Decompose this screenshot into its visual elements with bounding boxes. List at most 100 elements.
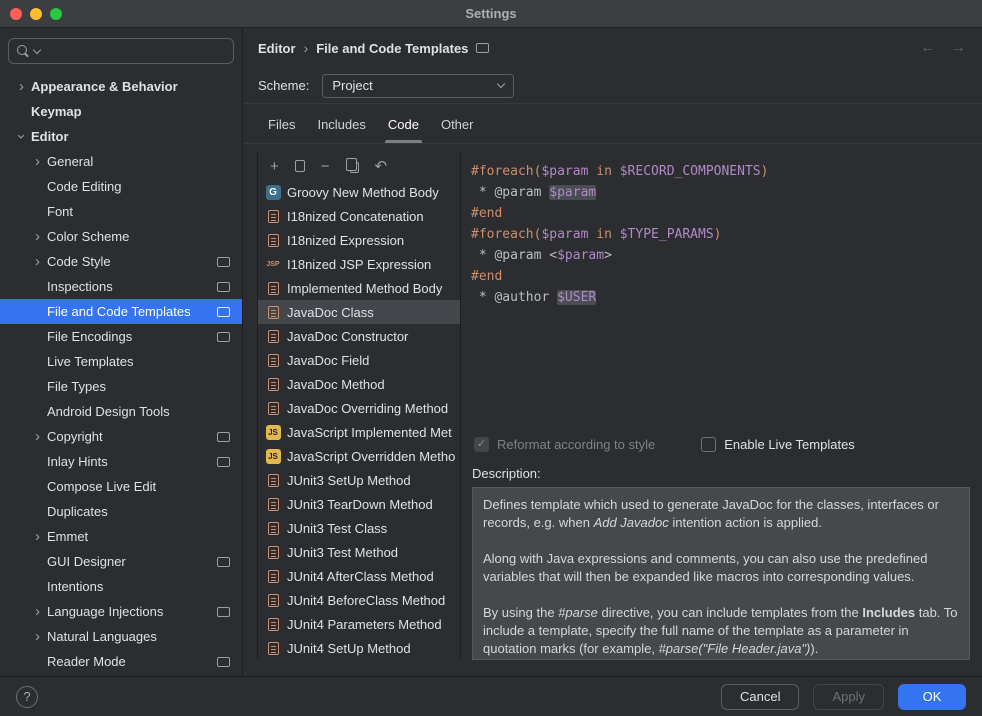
template-item-i18nized-concatenation[interactable]: I18nized Concatenation	[258, 204, 460, 228]
sidebar-item-inspections[interactable]: Inspections	[0, 274, 242, 299]
chevron-right-icon[interactable]: ›	[12, 79, 31, 94]
chevron-down-icon[interactable]: ›	[14, 127, 29, 146]
template-item-junit3-setup-method[interactable]: JUnit3 SetUp Method	[258, 468, 460, 492]
chevron-right-icon[interactable]: ›	[28, 529, 47, 544]
js-file-icon: JS	[265, 424, 281, 440]
sidebar-item-inlay-hints[interactable]: Inlay Hints	[0, 449, 242, 474]
chevron-right-icon[interactable]: ›	[28, 429, 47, 444]
tab-other[interactable]: Other	[430, 117, 485, 143]
sidebar-item-file-encodings[interactable]: File Encodings	[0, 324, 242, 349]
template-item-junit4-beforeclass-method[interactable]: JUnit4 BeforeClass Method	[258, 588, 460, 612]
copy-icon[interactable]	[346, 159, 359, 173]
template-item-label: JavaDoc Overriding Method	[287, 401, 448, 416]
template-item-i18nized-expression[interactable]: I18nized Expression	[258, 228, 460, 252]
zoom-button[interactable]	[50, 8, 62, 20]
template-item-javadoc-class[interactable]: JavaDoc Class	[258, 300, 460, 324]
ok-button[interactable]: OK	[898, 684, 966, 710]
settings-main: Editor › File and Code Templates ← → Sch…	[243, 28, 982, 676]
sidebar-item-label: Intentions	[47, 579, 103, 594]
search-history-chevron-icon[interactable]	[33, 45, 41, 53]
sidebar-item-language-injections[interactable]: ›Language Injections	[0, 599, 242, 624]
sidebar-item-live-templates[interactable]: Live Templates	[0, 349, 242, 374]
add-icon[interactable]: +	[270, 159, 279, 174]
sidebar-item-file-types[interactable]: File Types	[0, 374, 242, 399]
forward-arrow-icon[interactable]: →	[950, 39, 966, 57]
template-item-junit3-teardown-method[interactable]: JUnit3 TearDown Method	[258, 492, 460, 516]
back-arrow-icon[interactable]: ←	[920, 39, 936, 57]
chevron-right-icon[interactable]: ›	[28, 154, 47, 169]
sidebar-item-font[interactable]: Font	[0, 199, 242, 224]
description-label: Description:	[461, 458, 970, 487]
close-button[interactable]	[10, 8, 22, 20]
tab-files[interactable]: Files	[257, 117, 306, 143]
titlebar: Settings	[0, 0, 982, 28]
reset-to-default-icon[interactable]: ↶	[375, 159, 388, 174]
template-item-groovy-new-method-body[interactable]: GGroovy New Method Body	[258, 180, 460, 204]
chevron-right-icon[interactable]: ›	[28, 604, 47, 619]
template-list: GGroovy New Method BodyI18nized Concaten…	[258, 180, 460, 660]
template-item-junit3-test-class[interactable]: JUnit3 Test Class	[258, 516, 460, 540]
sidebar-item-emmet[interactable]: ›Emmet	[0, 524, 242, 549]
chevron-right-icon[interactable]: ›	[28, 229, 47, 244]
template-item-junit3-test-method[interactable]: JUnit3 Test Method	[258, 540, 460, 564]
template-list-panel: + − ↶ GGroovy New Method BodyI18nized Conc…	[257, 152, 461, 660]
sidebar-item-compose-live-edit[interactable]: Compose Live Edit	[0, 474, 242, 499]
sidebar-item-gui-designer[interactable]: GUI Designer	[0, 549, 242, 574]
sidebar-item-color-scheme[interactable]: ›Color Scheme	[0, 224, 242, 249]
sidebar-item-label: Copyright	[47, 429, 103, 444]
sidebar-item-code-style[interactable]: ›Code Style	[0, 249, 242, 274]
breadcrumb-file-and-code-templates[interactable]: File and Code Templates	[316, 41, 468, 56]
minimize-button[interactable]	[30, 8, 42, 20]
template-item-label: Groovy New Method Body	[287, 185, 439, 200]
chevron-right-icon[interactable]: ›	[28, 254, 47, 269]
tab-code[interactable]: Code	[377, 117, 430, 143]
template-item-implemented-method-body[interactable]: Implemented Method Body	[258, 276, 460, 300]
sidebar-item-file-and-code-templates[interactable]: File and Code Templates	[0, 299, 242, 324]
sidebar-item-copyright[interactable]: ›Copyright	[0, 424, 242, 449]
template-item-javadoc-method[interactable]: JavaDoc Method	[258, 372, 460, 396]
template-item-javascript-overridden-metho[interactable]: JSJavaScript Overridden Metho	[258, 444, 460, 468]
template-code-editor[interactable]: #foreach($param in $RECORD_COMPONENTS) *…	[461, 152, 970, 430]
template-item-javadoc-overriding-method[interactable]: JavaDoc Overriding Method	[258, 396, 460, 420]
sidebar-item-general[interactable]: ›General	[0, 149, 242, 174]
template-item-label: JUnit4 SetUp Method	[287, 641, 411, 656]
template-file-icon	[265, 616, 281, 632]
jsp-glyph: JSP	[266, 261, 279, 268]
create-child-template-icon[interactable]	[295, 160, 305, 172]
sidebar-item-appearance-behavior[interactable]: ›Appearance & Behavior	[0, 74, 242, 99]
description-paragraph: By using the #parse directive, you can i…	[483, 604, 959, 658]
cancel-button[interactable]: Cancel	[721, 684, 799, 710]
chevron-right-icon[interactable]: ›	[28, 629, 47, 644]
template-glyph	[268, 234, 279, 247]
template-item-i18nized-jsp-expression[interactable]: JSPI18nized JSP Expression	[258, 252, 460, 276]
template-item-javadoc-field[interactable]: JavaDoc Field	[258, 348, 460, 372]
sidebar-item-natural-languages[interactable]: ›Natural Languages	[0, 624, 242, 649]
scheme-label: Scheme:	[258, 78, 309, 93]
code-token: in	[588, 164, 619, 179]
sidebar-item-android-design-tools[interactable]: Android Design Tools	[0, 399, 242, 424]
template-item-junit4-afterclass-method[interactable]: JUnit4 AfterClass Method	[258, 564, 460, 588]
scheme-row: Scheme: Project	[243, 68, 982, 104]
sidebar-item-editor[interactable]: ›Editor	[0, 124, 242, 149]
scheme-dropdown[interactable]: Project	[322, 74, 514, 98]
help-button[interactable]: ?	[16, 686, 38, 708]
sidebar-item-intentions[interactable]: Intentions	[0, 574, 242, 599]
sidebar-item-reader-mode[interactable]: Reader Mode	[0, 649, 242, 674]
template-item-label: JavaScript Overridden Metho	[287, 449, 455, 464]
search-input[interactable]	[44, 44, 226, 59]
checkbox-box[interactable]	[701, 437, 716, 452]
sidebar-item-duplicates[interactable]: Duplicates	[0, 499, 242, 524]
breadcrumb-editor[interactable]: Editor	[258, 41, 296, 56]
apply-button[interactable]: Apply	[813, 684, 884, 710]
template-item-junit4-setup-method[interactable]: JUnit4 SetUp Method	[258, 636, 460, 660]
template-item-javadoc-constructor[interactable]: JavaDoc Constructor	[258, 324, 460, 348]
remove-icon[interactable]: −	[321, 159, 330, 174]
template-item-javascript-implemented-met[interactable]: JSJavaScript Implemented Met	[258, 420, 460, 444]
sidebar-item-code-editing[interactable]: Code Editing	[0, 174, 242, 199]
tab-includes[interactable]: Includes	[306, 117, 376, 143]
breadcrumb-separator-icon: ›	[304, 40, 309, 56]
sidebar-item-keymap[interactable]: Keymap	[0, 99, 242, 124]
template-item-junit4-parameters-method[interactable]: JUnit4 Parameters Method	[258, 612, 460, 636]
checkbox-enable-live-templates[interactable]: Enable Live Templates	[701, 437, 855, 452]
settings-search-box[interactable]	[8, 38, 234, 64]
